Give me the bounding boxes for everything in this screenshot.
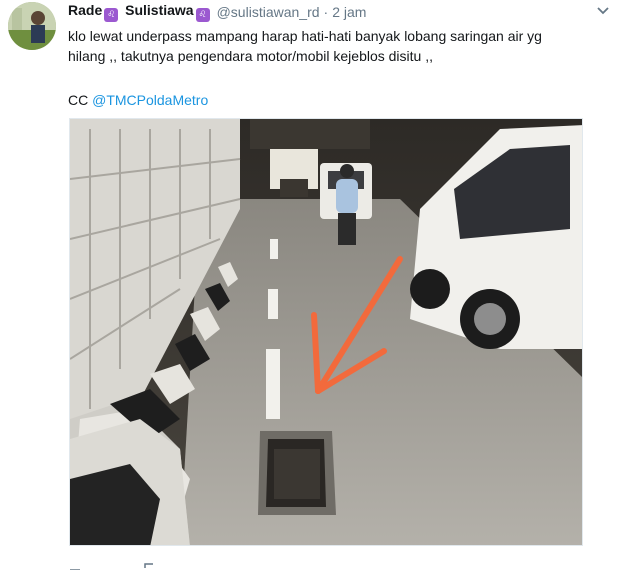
reply-icon[interactable] [68,562,82,570]
display-name[interactable]: Rade ♌ Sulistiawa ♌ [68,2,213,22]
tweet-text-line: klo lewat underpass mampang harap hati-h… [68,28,542,44]
tweet-header: Rade ♌ Sulistiawa ♌ @sulistiawan_rd · 2 ja… [68,2,366,22]
tweet-text: klo lewat underpass mampang harap hati-h… [68,26,568,66]
leo-emoji-icon: ♌ [195,8,210,22]
display-name-first[interactable]: Rade [68,2,102,18]
tweet-actions [68,562,368,570]
tweet-text-line: hilang ,, takutnya pengendara motor/mobi… [68,48,433,64]
chevron-down-icon[interactable] [596,4,610,18]
user-handle[interactable]: @sulistiawan_rd [217,4,320,20]
tweet-photo[interactable] [69,118,583,546]
cc-prefix: CC [68,92,93,108]
tweet: Rade ♌ Sulistiawa ♌ @sulistiawan_rd · 2 ja… [0,0,620,570]
separator-dot: · [323,4,329,20]
avatar[interactable] [8,2,56,50]
leo-emoji-icon: ♌ [104,8,119,22]
retweet-icon[interactable] [142,562,156,570]
tweet-timestamp[interactable]: 2 jam [332,4,366,20]
tweet-cc-line: CC @TMCPoldaMetro [68,90,208,110]
mention-link[interactable]: @TMCPoldaMetro [92,92,208,108]
display-name-second[interactable]: Sulistiawa [125,2,193,18]
